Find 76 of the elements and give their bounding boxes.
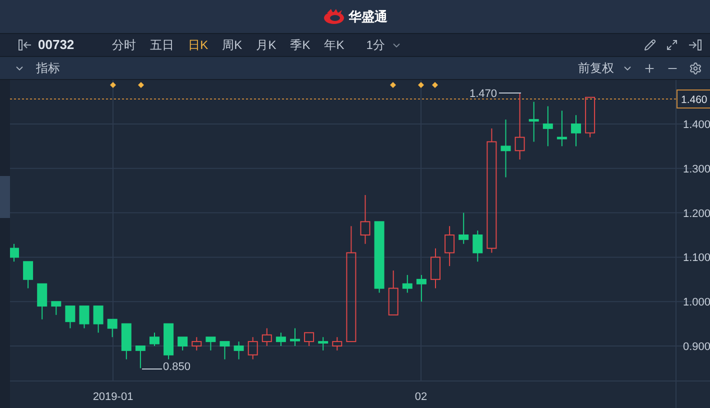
leader-line bbox=[498, 92, 522, 94]
candlestick bbox=[135, 346, 146, 369]
date-tick: 2019-01 bbox=[92, 391, 134, 403]
brand-name: 华盛通 bbox=[348, 8, 388, 26]
leader-line bbox=[142, 368, 162, 370]
event-marker-icon bbox=[390, 82, 396, 88]
current-price-value: 1.460 bbox=[681, 94, 708, 106]
period-tab[interactable]: 分时 bbox=[112, 36, 136, 54]
candlestick bbox=[150, 332, 160, 346]
candlestick bbox=[528, 101, 539, 142]
event-marker-icon bbox=[138, 82, 144, 88]
event-marker-icon bbox=[418, 82, 424, 88]
collapse-panel-icon[interactable] bbox=[18, 39, 32, 51]
adjust-dropdown[interactable]: 前复权 bbox=[578, 59, 633, 77]
candlestick bbox=[93, 306, 104, 334]
period-tab[interactable]: 日K bbox=[188, 36, 208, 54]
candlestick bbox=[192, 336, 202, 351]
candlestick bbox=[514, 92, 525, 160]
zoom-in-icon[interactable] bbox=[643, 62, 656, 74]
price-tick: 1.100 bbox=[683, 252, 710, 264]
candlestick bbox=[556, 110, 567, 147]
fullscreen-icon[interactable] bbox=[666, 39, 678, 51]
candlestick bbox=[416, 274, 426, 302]
candlestick bbox=[332, 336, 342, 351]
candlestick bbox=[402, 274, 412, 294]
logo-icon bbox=[322, 8, 344, 24]
candlestick bbox=[276, 332, 286, 346]
candlestick bbox=[571, 114, 581, 147]
candlestick bbox=[206, 336, 216, 351]
candlestick bbox=[220, 341, 230, 360]
period-tab[interactable]: 周K bbox=[222, 36, 242, 54]
period-tab[interactable]: 年K bbox=[324, 36, 344, 54]
candlestick bbox=[234, 341, 244, 360]
expand-panel-icon[interactable] bbox=[688, 39, 702, 51]
date-tick: 02 bbox=[414, 391, 428, 403]
candlestick bbox=[304, 332, 314, 346]
candlestick bbox=[51, 301, 62, 316]
event-marker-icon bbox=[432, 82, 438, 88]
period-tab[interactable]: 五日 bbox=[150, 36, 174, 54]
candlestick bbox=[178, 336, 188, 351]
interval-dropdown[interactable]: 1分 bbox=[366, 36, 402, 54]
price-tick: 1.400 bbox=[683, 119, 710, 131]
candlestick bbox=[65, 306, 76, 329]
indicator-label: 指标 bbox=[36, 60, 60, 77]
stock-code: 00732 bbox=[38, 36, 74, 54]
price-tick: 1.000 bbox=[683, 296, 710, 309]
candlestick bbox=[37, 283, 48, 320]
candlestick bbox=[458, 212, 469, 244]
candlestick bbox=[121, 323, 132, 360]
candlestick bbox=[79, 306, 90, 329]
period-tab[interactable]: 月K bbox=[256, 36, 276, 54]
candlestick bbox=[360, 194, 370, 244]
candlestick bbox=[542, 106, 553, 147]
price-tick: 1.300 bbox=[683, 163, 710, 176]
pencil-icon[interactable] bbox=[644, 39, 656, 51]
candlestick bbox=[10, 243, 19, 262]
candlestick bbox=[388, 270, 398, 316]
candlestick bbox=[444, 226, 455, 267]
candlestick bbox=[585, 96, 596, 138]
candlestick bbox=[500, 119, 511, 178]
candlestick bbox=[23, 261, 34, 289]
candlestick bbox=[262, 328, 272, 346]
candlestick bbox=[107, 318, 118, 338]
candlestick bbox=[164, 323, 174, 360]
candlestick bbox=[430, 248, 440, 289]
high-price-label: 1.470 bbox=[469, 88, 497, 100]
period-tab[interactable]: 季K bbox=[290, 36, 310, 54]
candlestick bbox=[290, 328, 300, 346]
low-price-label: 0.850 bbox=[163, 361, 191, 373]
settings-icon[interactable] bbox=[689, 62, 702, 74]
price-tick: 0.900 bbox=[683, 341, 710, 353]
candlestick bbox=[248, 336, 258, 360]
candlestick bbox=[472, 230, 483, 262]
price-tick: 1.200 bbox=[683, 208, 710, 220]
event-marker-icon bbox=[110, 82, 116, 88]
candlestick bbox=[318, 336, 328, 351]
